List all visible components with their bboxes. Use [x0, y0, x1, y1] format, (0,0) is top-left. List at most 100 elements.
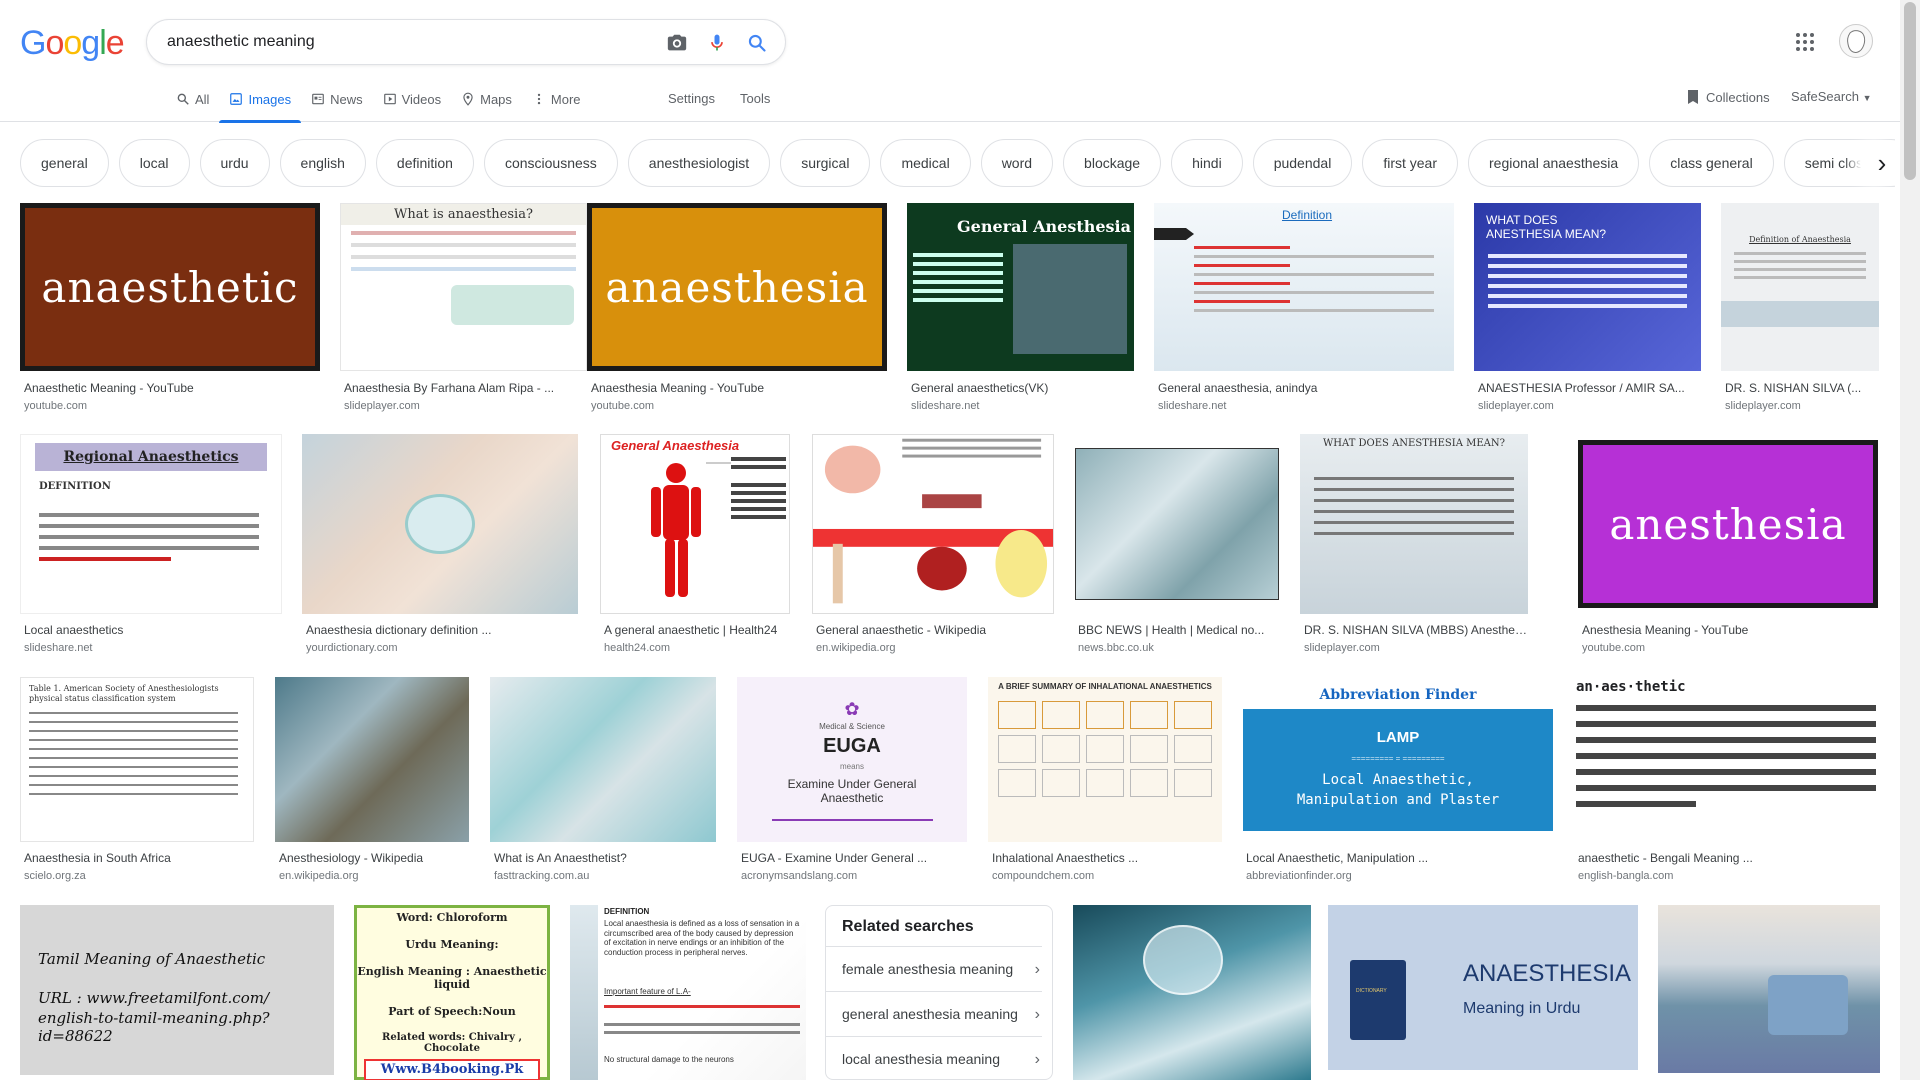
thumbnail[interactable]: Regional Anaesthetics DEFINITION: [20, 434, 282, 614]
thumbnail[interactable]: ✿ Medical & Science EUGA means Examine U…: [737, 677, 967, 842]
chip-consciousness[interactable]: consciousness: [483, 139, 618, 187]
result-source[interactable]: compoundchem.com: [992, 870, 1094, 882]
thumbnail[interactable]: A BRIEF SUMMARY OF INHALATIONAL ANAESTHE…: [988, 677, 1222, 842]
result-title[interactable]: Local anaesthetics: [24, 623, 282, 637]
result-source[interactable]: en.wikipedia.org: [279, 870, 359, 882]
result-source[interactable]: english-bangla.com: [1578, 870, 1673, 882]
result-title[interactable]: Anaesthetic Meaning - YouTube: [24, 381, 320, 395]
collections-link[interactable]: Collections: [1686, 89, 1770, 105]
result-title[interactable]: Anaesthesia Meaning - YouTube: [591, 381, 887, 395]
tab-maps[interactable]: Maps: [451, 88, 522, 122]
result-title[interactable]: Inhalational Anaesthetics ...: [992, 851, 1222, 865]
result-title[interactable]: DR. S. NISHAN SILVA (MBBS) Anesthesia ..…: [1304, 623, 1528, 637]
chip-anesthesiologist[interactable]: anesthesiologist: [627, 139, 771, 187]
chip-class-general[interactable]: class general: [1649, 139, 1774, 187]
camera-icon[interactable]: [665, 31, 689, 55]
result-source[interactable]: slideshare.net: [24, 642, 93, 654]
image-result[interactable]: DEFINITION Local anaesthesia is defined …: [570, 905, 806, 1080]
chip-surgical[interactable]: surgical: [780, 139, 871, 187]
tab-all[interactable]: All: [166, 88, 219, 122]
page-scrollbar[interactable]: [1900, 0, 1920, 1080]
result-source[interactable]: scielo.org.za: [24, 870, 86, 882]
result-source[interactable]: slideshare.net: [911, 400, 980, 412]
result-source[interactable]: news.bbc.co.uk: [1078, 642, 1154, 654]
result-title[interactable]: Anaesthesia dictionary definition ...: [306, 623, 578, 637]
scrollbar-thumb[interactable]: [1904, 2, 1916, 180]
microphone-icon[interactable]: [705, 31, 729, 55]
result-source[interactable]: youtube.com: [1582, 642, 1645, 654]
thumbnail[interactable]: an·aes·thetic: [1574, 677, 1880, 842]
result-source[interactable]: youtube.com: [591, 400, 654, 412]
thumbnail[interactable]: WHAT DOES ANESTHESIA MEAN?: [1474, 203, 1701, 371]
thumbnail[interactable]: Table 1. American Society of Anesthesiol…: [20, 677, 254, 842]
thumbnail[interactable]: [1074, 434, 1280, 614]
result-source[interactable]: health24.com: [604, 642, 670, 654]
chip-local[interactable]: local: [118, 139, 190, 187]
thumbnail[interactable]: What is anaesthesia?: [340, 203, 587, 371]
tab-news[interactable]: News: [301, 88, 373, 122]
chevron-right-icon[interactable]: ›: [1860, 140, 1904, 186]
thumbnail[interactable]: anaesthesia: [587, 203, 887, 371]
chip-urdu[interactable]: urdu: [199, 139, 270, 187]
chip-definition[interactable]: definition: [375, 139, 474, 187]
result-source[interactable]: abbreviationfinder.org: [1246, 870, 1352, 882]
result-source[interactable]: slideshare.net: [1158, 400, 1227, 412]
safesearch-menu[interactable]: SafeSearch ▼: [1791, 89, 1871, 104]
chip-blockage[interactable]: blockage: [1063, 139, 1162, 187]
thumbnail[interactable]: anaesthetic: [20, 203, 320, 371]
thumbnail[interactable]: Definition: [1154, 203, 1454, 371]
thumbnail[interactable]: [490, 677, 716, 842]
thumbnail[interactable]: [275, 677, 469, 842]
result-title[interactable]: ANAESTHESIA Professor / AMIR SA...: [1478, 381, 1701, 395]
google-logo[interactable]: Google: [20, 24, 125, 63]
result-source[interactable]: yourdictionary.com: [306, 642, 398, 654]
account-avatar[interactable]: [1839, 24, 1873, 58]
result-title[interactable]: Local Anaesthetic, Manipulation ...: [1246, 851, 1554, 865]
thumbnail[interactable]: Definition of Anaesthesia: [1721, 203, 1879, 371]
result-source[interactable]: fasttracking.com.au: [494, 870, 589, 882]
result-title[interactable]: Anesthesia Meaning - YouTube: [1582, 623, 1878, 637]
search-box[interactable]: [146, 19, 786, 65]
thumbnail[interactable]: General Anaesthesia: [600, 434, 790, 614]
tab-images[interactable]: Images: [219, 88, 301, 123]
chip-general[interactable]: general: [20, 139, 109, 187]
thumbnail[interactable]: Abbreviation Finder LAMP ========= = ===…: [1242, 677, 1554, 842]
thumbnail[interactable]: anesthesia: [1578, 434, 1878, 614]
chip-first-year[interactable]: first year: [1362, 139, 1458, 187]
result-source[interactable]: slideplayer.com: [344, 400, 420, 412]
result-title[interactable]: anaesthetic - Bengali Meaning ...: [1578, 851, 1880, 865]
result-source[interactable]: en.wikipedia.org: [816, 642, 896, 654]
result-title[interactable]: EUGA - Examine Under General ...: [741, 851, 967, 865]
thumbnail[interactable]: [302, 434, 578, 614]
result-title[interactable]: General anaesthetics(VK): [911, 381, 1134, 395]
tab-videos[interactable]: Videos: [373, 88, 452, 122]
apps-grid-icon[interactable]: [1793, 30, 1817, 54]
image-result[interactable]: [1073, 905, 1311, 1080]
result-title[interactable]: General anaesthetic - Wikipedia: [816, 623, 1054, 637]
result-title[interactable]: A general anaesthetic | Health24: [604, 623, 790, 637]
tools-link[interactable]: Tools: [740, 91, 770, 106]
result-title[interactable]: DR. S. NISHAN SILVA (...: [1725, 381, 1879, 395]
chip-english[interactable]: english: [279, 139, 366, 187]
chip-regional-anaesthesia[interactable]: regional anaesthesia: [1468, 139, 1640, 187]
chip-word[interactable]: word: [980, 139, 1054, 187]
result-title[interactable]: Anaesthesia By Farhana Alam Ripa - ...: [344, 381, 587, 395]
search-input[interactable]: [167, 33, 647, 51]
chip-hindi[interactable]: hindi: [1171, 139, 1243, 187]
result-title[interactable]: BBC NEWS | Health | Medical no...: [1078, 623, 1280, 637]
related-search-item[interactable]: female anesthesia meaning ›: [826, 946, 1042, 991]
result-source[interactable]: slideplayer.com: [1725, 400, 1801, 412]
chip-pudendal[interactable]: pudendal: [1252, 139, 1353, 187]
image-result[interactable]: [1658, 905, 1880, 1073]
search-icon[interactable]: [745, 31, 769, 55]
related-search-item[interactable]: general anesthesia meaning ›: [826, 991, 1042, 1036]
image-result[interactable]: Tamil Meaning of Anaesthetic URL : www.f…: [20, 905, 334, 1075]
result-title[interactable]: Anaesthesia in South Africa: [24, 851, 254, 865]
result-source[interactable]: acronymsandslang.com: [741, 870, 857, 882]
thumbnail[interactable]: WHAT DOES ANESTHESIA MEAN?: [1300, 434, 1528, 614]
thumbnail[interactable]: General Anesthesia: [907, 203, 1134, 371]
settings-link[interactable]: Settings: [668, 91, 715, 106]
image-result[interactable]: DICTIONARY ANAESTHESIA Meaning in Urdu: [1328, 905, 1638, 1070]
related-search-item[interactable]: local anesthesia meaning ›: [826, 1036, 1042, 1080]
result-title[interactable]: Anesthesiology - Wikipedia: [279, 851, 469, 865]
